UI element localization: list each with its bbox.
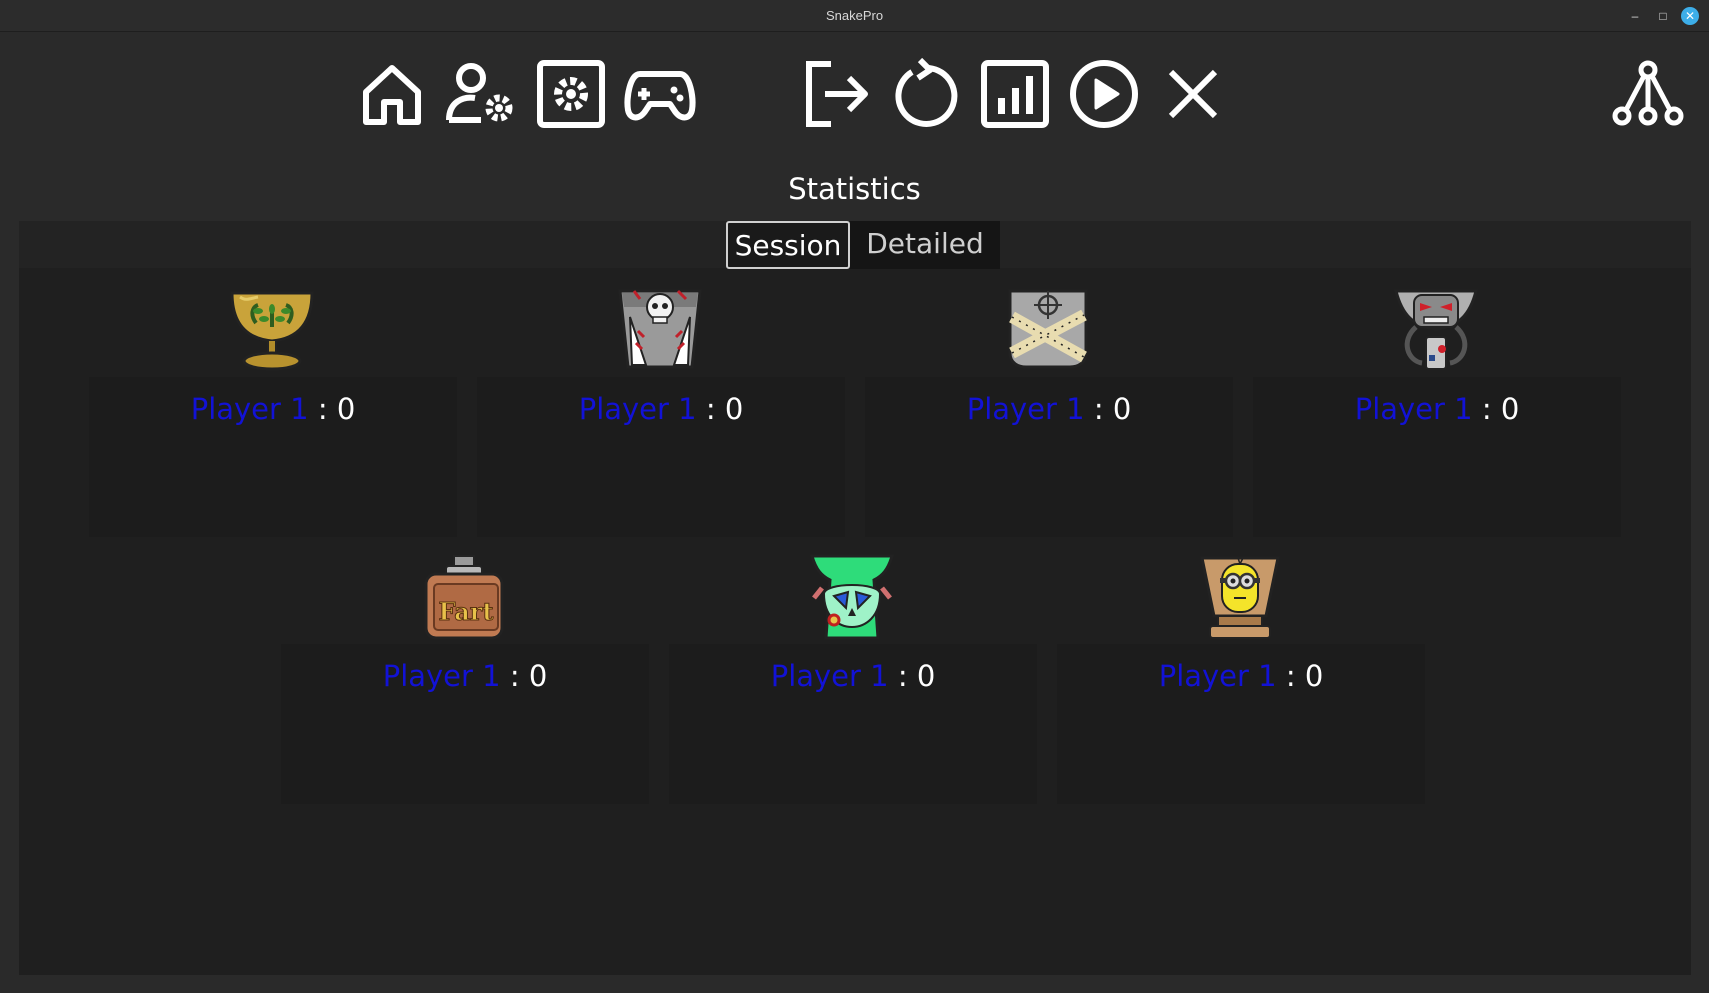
tab-detailed[interactable]: Detailed <box>850 221 1000 269</box>
score-value: 0 <box>724 392 744 426</box>
minimize-button[interactable]: – <box>1626 7 1644 25</box>
score-value: 0 <box>528 659 548 693</box>
window-titlebar: SnakePro – □ ✕ <box>0 0 1709 32</box>
robot-skull-trophy-icon <box>1394 289 1478 370</box>
separator: : <box>1472 392 1501 426</box>
score-value: 0 <box>1500 392 1520 426</box>
separator: : <box>1084 392 1113 426</box>
exit-button[interactable] <box>801 56 873 132</box>
stat-label: Player 1 : 0 <box>511 392 811 426</box>
score-value: 0 <box>1304 659 1324 693</box>
stat-label: Player 1 : 0 <box>123 392 423 426</box>
separator: : <box>696 392 725 426</box>
home-icon <box>363 65 421 125</box>
network-icon <box>1612 60 1684 126</box>
stat-label: Player 1 : 0 <box>1287 392 1587 426</box>
statistics-button[interactable] <box>979 56 1051 132</box>
crosshair-bullets-trophy-icon <box>1008 289 1088 369</box>
exit-icon <box>806 61 868 127</box>
separator: : <box>888 659 917 693</box>
player-name: Player 1 <box>770 659 889 693</box>
page-title: Statistics <box>788 172 921 206</box>
yellow-minion-trophy-icon <box>1200 556 1280 639</box>
svg-text:Fart: Fart <box>438 597 493 626</box>
close-button[interactable] <box>1157 56 1229 132</box>
gamepad-icon <box>624 71 696 121</box>
score-value: 0 <box>916 659 936 693</box>
restart-button[interactable] <box>890 56 962 132</box>
player-name: Player 1 <box>1158 659 1277 693</box>
home-button[interactable] <box>356 56 428 132</box>
player-name: Player 1 <box>578 392 697 426</box>
trophy-icon <box>230 291 314 371</box>
player-name: Player 1 <box>382 659 501 693</box>
window-title: SnakePro <box>825 8 884 23</box>
player-name: Player 1 <box>966 392 1085 426</box>
green-skull-trophy-icon <box>810 554 894 640</box>
statistics-icon <box>981 60 1049 128</box>
maximize-button[interactable]: □ <box>1654 7 1672 25</box>
tab-strip: Session Detailed <box>19 221 1691 269</box>
stat-label: Player 1 : 0 <box>703 659 1003 693</box>
game-button[interactable] <box>624 56 696 132</box>
stat-label: Player 1 : 0 <box>1091 659 1391 693</box>
score-value: 0 <box>1112 392 1132 426</box>
stat-label: Player 1 : 0 <box>899 392 1199 426</box>
user-settings-icon <box>446 63 513 123</box>
restart-icon <box>895 58 958 127</box>
statistics-panel: Session Detailed Fart Player 1: 0 Playe… <box>19 221 1691 975</box>
network-button[interactable] <box>1612 56 1684 132</box>
player-name: Player 1 <box>190 392 309 426</box>
separator: : <box>500 659 529 693</box>
settings-icon <box>537 60 605 128</box>
settings-button[interactable] <box>535 56 607 132</box>
play-button[interactable] <box>1068 56 1140 132</box>
separator: : <box>1276 659 1305 693</box>
close-icon <box>1168 69 1218 119</box>
separator: : <box>308 392 337 426</box>
user-settings-button[interactable] <box>445 56 517 132</box>
stat-label: Player 1 : 0 <box>315 659 615 693</box>
score-value: 0 <box>336 392 356 426</box>
player-name: Player 1 <box>1354 392 1473 426</box>
skull-trophy-icon <box>618 289 702 369</box>
tab-session[interactable]: Session <box>726 221 850 269</box>
close-window-button[interactable]: ✕ <box>1681 7 1699 25</box>
fart-jar-trophy-icon: Fart <box>424 555 504 640</box>
play-icon <box>1070 60 1138 128</box>
main-toolbar <box>0 56 1709 132</box>
